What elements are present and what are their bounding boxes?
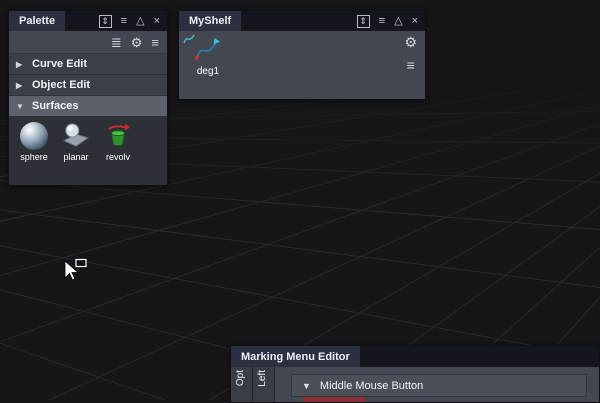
- section-curve-edit[interactable]: ▶ Curve Edit: [9, 54, 167, 75]
- menu-icon[interactable]: ≡: [151, 36, 159, 49]
- myshelf-title-tab[interactable]: MyShelf: [179, 11, 242, 31]
- curve-degree-icon: [194, 37, 221, 62]
- chevron-right-icon: ▶: [16, 59, 23, 69]
- chevron-right-icon: ▶: [16, 80, 23, 90]
- gear-icon[interactable]: ⚙: [404, 35, 417, 49]
- marking-menu-editor-window: Marking Menu Editor Opt Left ▼ Middle Mo…: [230, 345, 600, 403]
- resize-icon[interactable]: ⇕: [98, 14, 112, 28]
- mouse-button-dropdown[interactable]: ▼ Middle Mouse Button: [291, 374, 587, 397]
- mme-title: Marking Menu Editor: [241, 350, 350, 363]
- palette-toolbar: ≣ ⚙ ≡: [9, 31, 167, 54]
- palette-titlebar-icons: ⇕ ≡ △ ×: [92, 11, 167, 31]
- palette-title-tab[interactable]: Palette: [9, 11, 66, 31]
- list-icon[interactable]: ≡: [379, 15, 385, 27]
- myshelf-body: deg1 ⚙ ≡: [179, 31, 425, 99]
- delta-icon[interactable]: △: [136, 15, 144, 27]
- tool-sphere[interactable]: sphere: [17, 122, 51, 162]
- shelf-item-label: deg1: [196, 66, 220, 77]
- tab-opt-vertical[interactable]: Opt: [231, 367, 253, 402]
- mme-title-tab[interactable]: Marking Menu Editor: [231, 346, 360, 367]
- close-icon[interactable]: ×: [154, 15, 160, 27]
- myshelf-titlebar-icons: ⇕ ≡ △ ×: [350, 11, 425, 31]
- palette-titlebar[interactable]: Palette ⇕ ≡ △ ×: [9, 11, 167, 31]
- mme-titlebar[interactable]: Marking Menu Editor: [231, 346, 599, 367]
- section-surfaces[interactable]: ▼ Surfaces: [9, 96, 167, 117]
- section-label: Object Edit: [32, 79, 91, 91]
- tool-label: sphere: [20, 152, 48, 162]
- palette-title: Palette: [19, 15, 56, 27]
- section-label: Surfaces: [32, 100, 79, 112]
- gear-icon[interactable]: ⚙: [131, 36, 143, 49]
- list-icon[interactable]: ≡: [121, 15, 127, 27]
- surfaces-tool-row: sphere planar revolv: [9, 117, 167, 185]
- dropdown-label: Middle Mouse Button: [319, 379, 424, 392]
- shelf-item-deg1[interactable]: deg1: [189, 36, 227, 77]
- tool-label: planar: [63, 152, 89, 162]
- mme-body: Opt Left ▼ Middle Mouse Button: [231, 367, 599, 402]
- vertical-tab-label: Opt: [235, 370, 246, 387]
- chevron-down-icon: ▼: [302, 380, 311, 391]
- palette-window: Palette ⇕ ≡ △ × ≣ ⚙ ≡ ▶ Curve Edit ▶ Obj…: [8, 10, 168, 186]
- myshelf-title: MyShelf: [189, 15, 232, 27]
- mouse-cursor-icon: [64, 258, 87, 281]
- myshelf-side-controls: ⚙ ≡: [404, 35, 417, 72]
- close-icon[interactable]: ×: [412, 15, 418, 27]
- tool-revolve[interactable]: revolv: [101, 122, 135, 162]
- tool-planar[interactable]: planar: [59, 122, 93, 162]
- revolve-surface-icon: [107, 123, 131, 147]
- sphere-icon: [20, 122, 48, 150]
- section-object-edit[interactable]: ▶ Object Edit: [9, 75, 167, 96]
- planar-surface-icon: [62, 123, 90, 147]
- delta-icon[interactable]: △: [394, 15, 402, 27]
- myshelf-window: MyShelf ⇕ ≡ △ × deg1 ⚙ ≡: [178, 10, 426, 100]
- list-view-icon[interactable]: ≣: [111, 36, 122, 49]
- vertical-tab-label: Left: [257, 370, 268, 387]
- tab-left-vertical[interactable]: Left: [253, 367, 275, 402]
- section-label: Curve Edit: [32, 58, 88, 70]
- resize-icon[interactable]: ⇕: [356, 14, 370, 28]
- chevron-down-icon: ▼: [16, 101, 24, 111]
- tool-label: revolv: [105, 152, 130, 162]
- menu-icon[interactable]: ≡: [407, 58, 415, 72]
- myshelf-titlebar[interactable]: MyShelf ⇕ ≡ △ ×: [179, 11, 425, 31]
